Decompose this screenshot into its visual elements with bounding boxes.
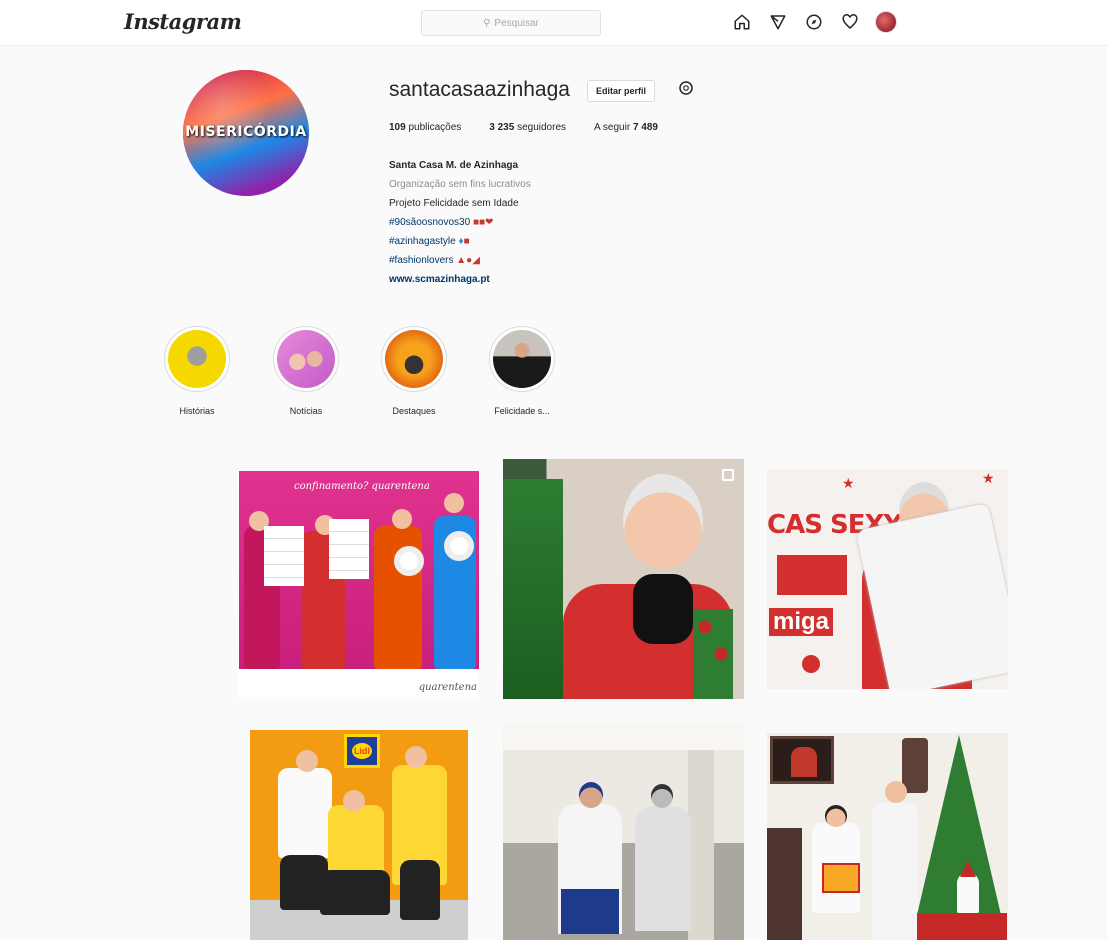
post-thumbnail[interactable]: confinamento? quarentena quarentena	[239, 471, 479, 699]
highlight-label: Histórias	[179, 406, 215, 416]
following-label: A seguir	[594, 122, 631, 133]
emoji-icons: ▲●◢	[456, 255, 480, 266]
profile-picture-text: MISERICÓRDIA	[185, 124, 307, 140]
post-image: confinamento? quarentena	[239, 471, 479, 669]
edit-profile-button[interactable]: Editar perfil	[587, 80, 656, 102]
highlight-ring	[273, 326, 339, 392]
explore-compass-icon[interactable]	[803, 11, 825, 33]
post-signature: quarentena	[418, 682, 477, 693]
posts-stat: 109 publicações	[389, 122, 461, 133]
christmas-tree	[503, 479, 563, 699]
followers-stat[interactable]: 3 235 seguidores	[489, 122, 566, 133]
profile-stats: 109 publicações 3 235 seguidores A segui…	[389, 122, 658, 133]
highlight-item[interactable]: Notícias	[261, 326, 351, 416]
emoji-icons: ♦■	[458, 236, 470, 247]
avatar	[875, 11, 897, 33]
posts-label: publicações	[408, 122, 462, 133]
posts-count: 109	[389, 122, 406, 133]
search-placeholder: Pesquisar	[494, 17, 539, 29]
post-thumbnail[interactable]	[503, 459, 744, 699]
nav-icons	[731, 11, 897, 33]
website-link[interactable]: www.scmazinhaga.pt	[389, 270, 531, 289]
highlight-ring	[164, 326, 230, 392]
instagram-logo[interactable]: Instagram	[124, 9, 242, 34]
highlight-item[interactable]: Histórias	[152, 326, 242, 416]
highlight-ring	[381, 326, 447, 392]
post-text: miga	[769, 608, 834, 636]
following-count: 7 489	[632, 122, 658, 133]
bio-line: Projeto Felicidade sem Idade	[389, 198, 519, 209]
search-input[interactable]: ⚲ Pesquisar	[421, 10, 601, 36]
hashtag-link[interactable]: #fashionlovers	[389, 255, 453, 266]
followers-count: 3 235	[489, 122, 515, 133]
lidl-logo: Lidl	[344, 734, 380, 768]
profile-full-name: Santa Casa M. de Azinhaga	[389, 160, 519, 171]
profile-category: Organização sem fins lucrativos	[389, 179, 531, 190]
highlight-ring	[489, 326, 555, 392]
post-thumbnail[interactable]	[767, 733, 1008, 940]
profile-bio: Santa Casa M. de Azinhaga Organização se…	[389, 156, 531, 289]
direct-messages-icon[interactable]	[767, 11, 789, 33]
activity-heart-icon[interactable]	[839, 11, 861, 33]
emoji-icons: ■■❤	[472, 217, 494, 228]
hashtag-link[interactable]: #azinhagastyle	[389, 236, 456, 247]
highlight-label: Felicidade s...	[494, 406, 550, 416]
gift-box	[822, 863, 860, 893]
highlight-item[interactable]: Felicidade s...	[477, 326, 567, 416]
highlight-label: Destaques	[392, 406, 436, 416]
profile-username: santacasaazinhaga	[389, 78, 570, 101]
lidl-logo-text: Lidl	[352, 743, 372, 759]
black-scarf	[633, 574, 693, 644]
woman-black-white	[635, 806, 691, 931]
highlight-label: Notícias	[289, 406, 323, 416]
post-thumbnail[interactable]	[503, 724, 744, 940]
top-navigation-bar: Instagram ⚲ Pesquisar	[0, 0, 1107, 46]
post-thumbnail[interactable]: Lidl	[250, 730, 468, 940]
search-icon: ⚲	[483, 17, 491, 29]
profile-avatar-icon[interactable]	[875, 11, 897, 33]
profile-picture[interactable]: MISERICÓRDIA	[183, 70, 309, 196]
followers-label: seguidores	[517, 122, 567, 133]
highlight-image	[277, 330, 335, 388]
hashtag-link[interactable]: #90sãoosnovos30	[389, 217, 470, 228]
highlight-image	[493, 330, 551, 388]
toilet-paper-rolls	[264, 526, 304, 586]
post-caption-text: confinamento? quarentena	[294, 481, 430, 492]
post-thumbnail[interactable]: CAS SEXY miga ★ ★	[767, 470, 1008, 689]
highlight-item[interactable]: Destaques	[369, 326, 459, 416]
highlight-image	[385, 330, 443, 388]
multiple-photos-icon	[722, 469, 734, 481]
framed-picture	[770, 736, 834, 784]
home-icon[interactable]	[731, 11, 753, 33]
settings-gear-icon[interactable]	[677, 79, 695, 97]
following-stat[interactable]: A seguir 7 489	[594, 122, 658, 133]
highlight-image	[168, 330, 226, 388]
